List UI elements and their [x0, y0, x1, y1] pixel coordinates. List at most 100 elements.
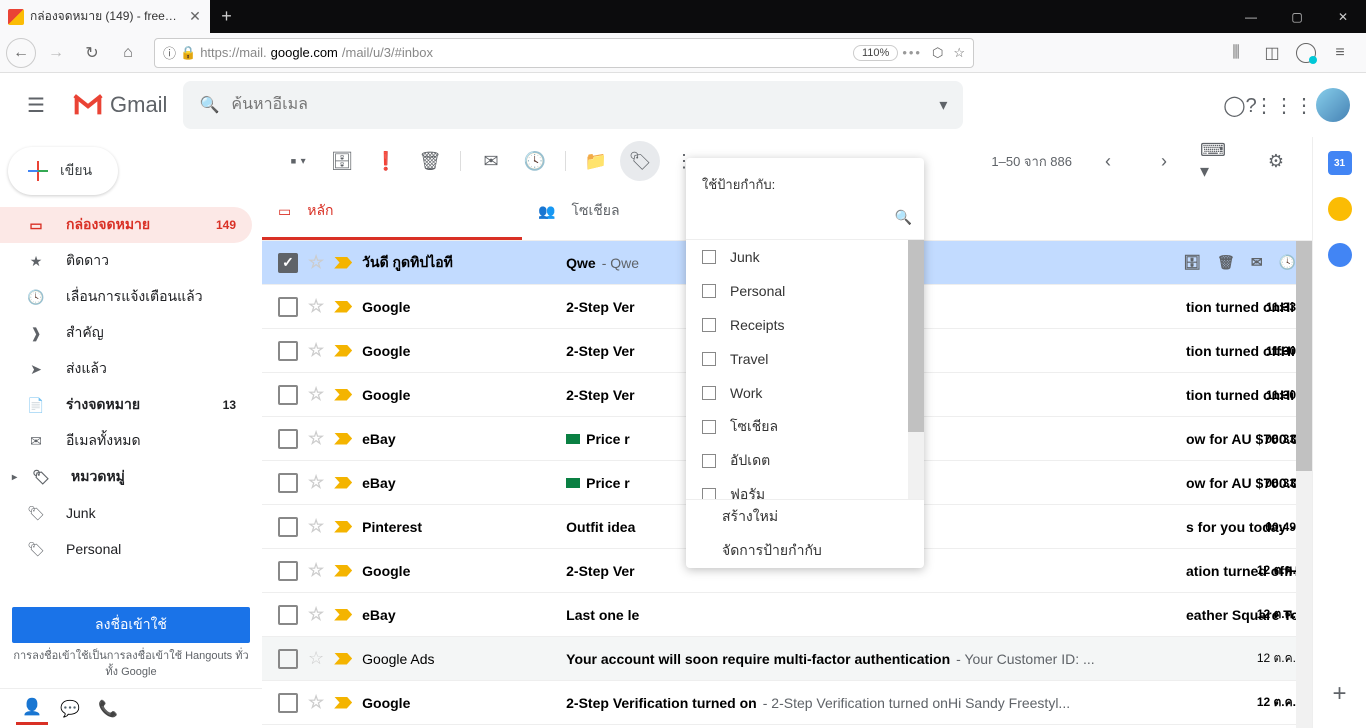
tab-หลัก[interactable]: ▭หลัก — [262, 185, 522, 240]
sidebar-item-อีเมลทั้งหมด[interactable]: ✉อีเมลทั้งหมด — [0, 423, 252, 459]
move-to-button[interactable]: 📁 — [576, 141, 616, 181]
importance-marker[interactable] — [334, 565, 352, 577]
compose-button[interactable]: เขียน — [8, 147, 118, 195]
snooze-icon[interactable]: 🕓 — [1279, 254, 1296, 271]
row-checkbox[interactable] — [278, 385, 298, 405]
star-icon[interactable]: ☆ — [308, 340, 324, 361]
checkbox-icon[interactable] — [702, 454, 716, 468]
sidebar-icon[interactable]: ◫ — [1260, 41, 1284, 65]
importance-marker[interactable] — [334, 389, 352, 401]
report-spam-button[interactable]: ❗ — [366, 141, 406, 181]
sidebar-item-หมวดหมู่[interactable]: ▸🏷หมวดหมู่ — [0, 459, 252, 495]
prev-page-button[interactable]: ‹ — [1088, 141, 1128, 181]
forward-button[interactable]: → — [40, 37, 72, 69]
checkbox-icon[interactable] — [702, 386, 716, 400]
labels-button[interactable]: 🏷 — [620, 141, 660, 181]
sidebar-item-สำคัญ[interactable]: ❱สำคัญ — [0, 315, 252, 351]
mark-read-button[interactable]: ✉ — [471, 141, 511, 181]
pocket-icon[interactable]: ⬡ — [932, 45, 943, 61]
sidebar-item-เลื่อนการแจ้งเตือนแล้ว[interactable]: 🕓เลื่อนการแจ้งเตือนแล้ว — [0, 279, 252, 315]
checkbox-icon[interactable] — [702, 250, 716, 264]
mark-read-icon[interactable]: ✉ — [1251, 254, 1263, 271]
star-icon[interactable]: ☆ — [308, 296, 324, 317]
importance-marker[interactable] — [334, 301, 352, 313]
mail-row[interactable]: ☆eBayLast one leeather Square Toe Block … — [262, 593, 1312, 637]
star-icon[interactable]: ☆ — [308, 604, 324, 625]
importance-marker[interactable] — [334, 653, 352, 665]
label-option-Travel[interactable]: Travel — [686, 342, 924, 376]
checkbox-icon[interactable] — [702, 352, 716, 366]
star-icon[interactable]: ☆ — [308, 428, 324, 449]
support-icon[interactable]: ◯? — [1228, 93, 1252, 117]
create-label-item[interactable]: สร้างใหม่ — [686, 500, 924, 534]
row-checkbox[interactable] — [278, 605, 298, 625]
maximize-button[interactable]: ▢ — [1274, 0, 1320, 33]
snooze-button[interactable]: 🕓 — [515, 141, 555, 181]
bookmark-star-icon[interactable]: ☆ — [953, 45, 965, 61]
importance-marker[interactable] — [334, 609, 352, 621]
account-shield-icon[interactable] — [1296, 43, 1316, 63]
contacts-icon[interactable]: 👤 — [16, 693, 48, 725]
apps-grid-icon[interactable]: ⋮⋮⋮ — [1272, 93, 1296, 117]
account-avatar[interactable] — [1316, 88, 1350, 122]
get-addons-icon[interactable]: + — [1332, 680, 1346, 708]
main-menu-button[interactable]: ☰ — [16, 85, 56, 125]
checkbox-icon[interactable] — [702, 284, 716, 298]
zoom-badge[interactable]: 110% — [853, 45, 898, 61]
signin-button[interactable]: ลงชื่อเข้าใช้ — [12, 607, 250, 643]
calendar-addon-icon[interactable]: 31 — [1328, 151, 1352, 175]
search-icon[interactable]: 🔍 — [895, 209, 912, 226]
sidebar-item-Personal[interactable]: 🏷Personal — [0, 531, 252, 567]
next-page-button[interactable]: › — [1144, 141, 1184, 181]
sidebar-item-ติดดาว[interactable]: ★ติดดาว — [0, 243, 252, 279]
sidebar-item-Junk[interactable]: 🏷Junk — [0, 495, 252, 531]
search-icon[interactable]: 🔍 — [199, 95, 219, 115]
row-checkbox[interactable] — [278, 473, 298, 493]
importance-marker[interactable] — [334, 257, 352, 269]
label-option-ฟอรัม[interactable]: ฟอรัม — [686, 478, 924, 500]
row-checkbox[interactable] — [278, 429, 298, 449]
row-checkbox[interactable] — [278, 341, 298, 361]
row-checkbox[interactable] — [278, 561, 298, 581]
label-option-Personal[interactable]: Personal — [686, 274, 924, 308]
label-option-Work[interactable]: Work — [686, 376, 924, 410]
star-icon[interactable]: ☆ — [308, 648, 324, 669]
home-button[interactable]: ⌂ — [112, 37, 144, 69]
url-bar[interactable]: ⓘ 🔒 https://mail.google.com/mail/u/3/#in… — [154, 38, 974, 68]
back-button[interactable]: ← — [6, 38, 36, 68]
star-icon[interactable]: ☆ — [308, 252, 324, 273]
scrollbar[interactable] — [1296, 241, 1312, 728]
star-icon[interactable]: ☆ — [308, 692, 324, 713]
checkbox-icon[interactable] — [702, 488, 716, 500]
delete-button[interactable]: 🗑 — [410, 141, 450, 181]
url-actions-icon[interactable]: ••• — [902, 45, 922, 60]
star-icon[interactable]: ☆ — [308, 516, 324, 537]
phone-icon[interactable]: 📞 — [92, 693, 124, 725]
importance-marker[interactable] — [334, 521, 352, 533]
row-checkbox[interactable]: ✓ — [278, 253, 298, 273]
row-checkbox[interactable] — [278, 297, 298, 317]
manage-labels-item[interactable]: จัดการป้ายกำกับ — [686, 534, 924, 568]
popup-scrollbar[interactable] — [908, 240, 924, 499]
importance-marker[interactable] — [334, 697, 352, 709]
importance-marker[interactable] — [334, 477, 352, 489]
tasks-addon-icon[interactable] — [1328, 243, 1352, 267]
minimize-button[interactable]: — — [1228, 0, 1274, 33]
label-option-โซเชียล[interactable]: โซเชียล — [686, 410, 924, 444]
sidebar-item-กล่องจดหมาย[interactable]: ▭กล่องจดหมาย149 — [0, 207, 252, 243]
star-icon[interactable]: ☆ — [308, 472, 324, 493]
label-option-Junk[interactable]: Junk — [686, 240, 924, 274]
info-icon[interactable]: ⓘ — [163, 43, 176, 62]
row-checkbox[interactable] — [278, 693, 298, 713]
importance-marker[interactable] — [334, 345, 352, 357]
keep-addon-icon[interactable] — [1328, 197, 1352, 221]
sidebar-item-ร่างจดหมาย[interactable]: 📄ร่างจดหมาย13 — [0, 387, 252, 423]
label-option-อัปเดต[interactable]: อัปเดต — [686, 444, 924, 478]
star-icon[interactable]: ☆ — [308, 384, 324, 405]
new-tab-button[interactable]: + — [210, 0, 243, 33]
close-tab-icon[interactable]: ✕ — [188, 10, 202, 24]
label-search-input[interactable] — [698, 203, 895, 231]
menu-icon[interactable]: ≡ — [1328, 41, 1352, 65]
checkbox-icon[interactable] — [702, 420, 716, 434]
hangouts-icon[interactable]: 💬 — [54, 693, 86, 725]
